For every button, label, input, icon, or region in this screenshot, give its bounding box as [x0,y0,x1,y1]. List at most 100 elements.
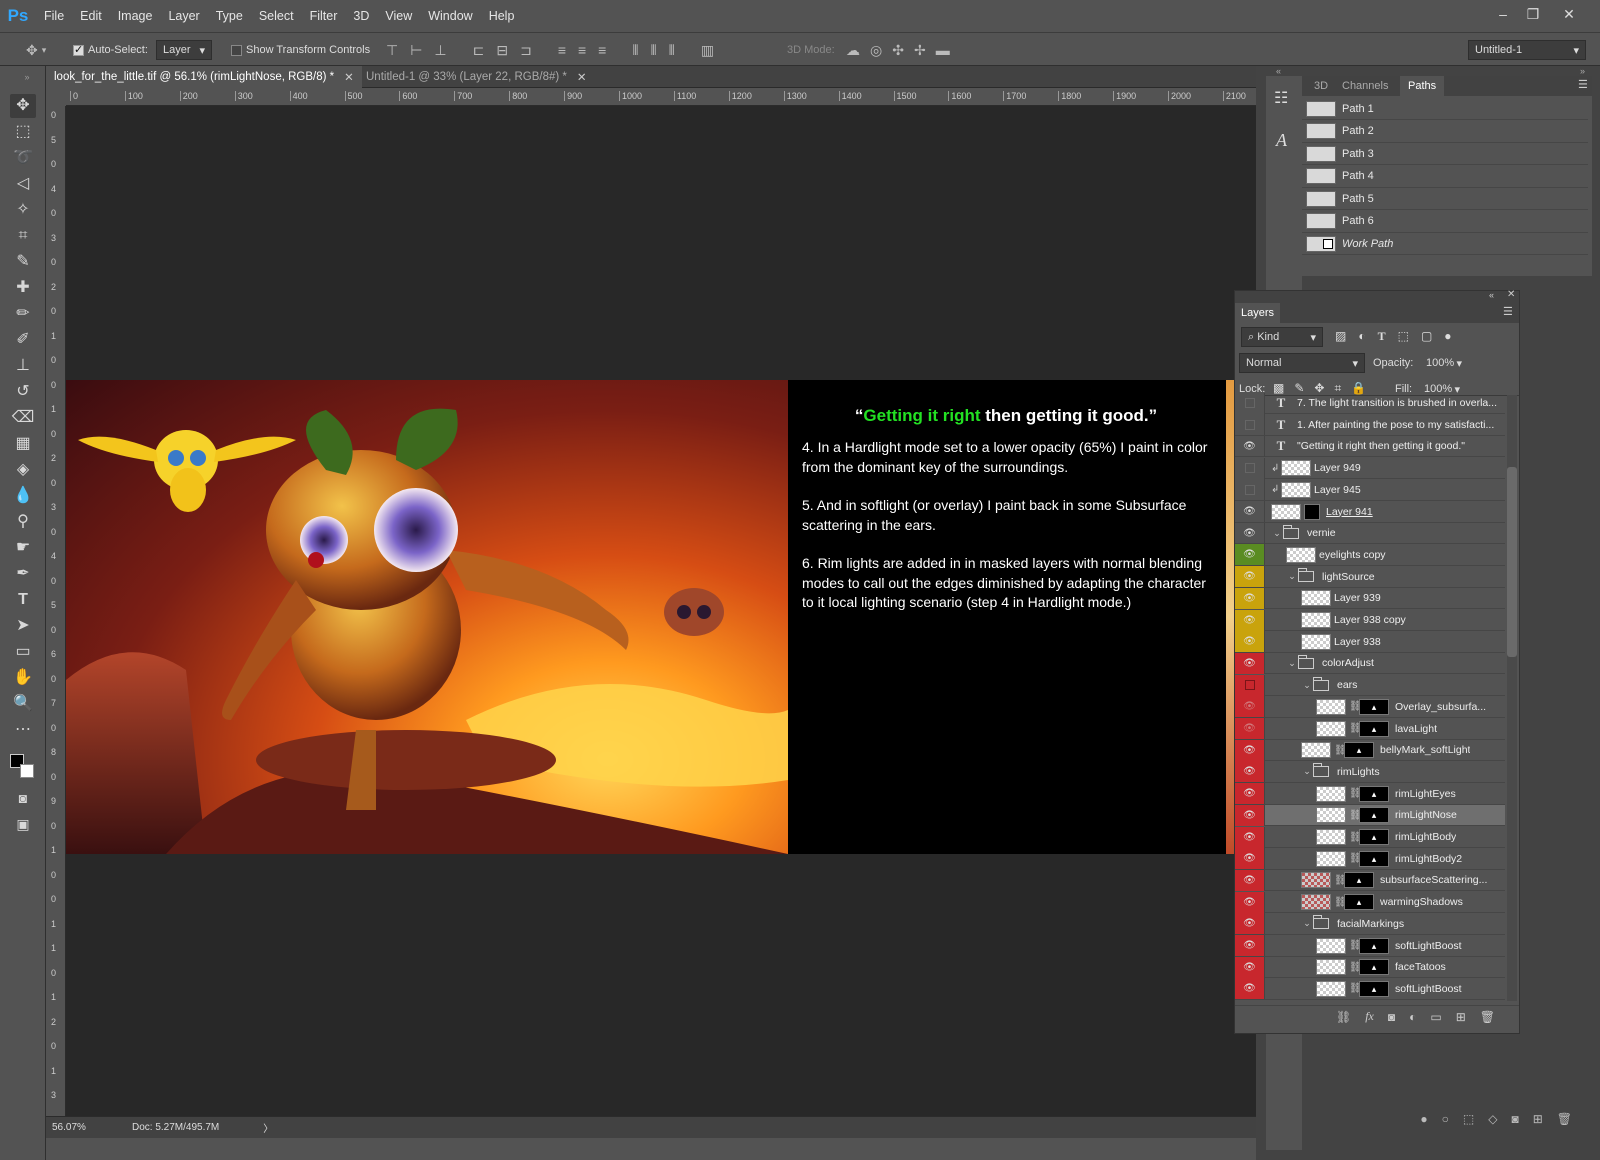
filter-smartobject-icon[interactable]: ▢ [1421,329,1432,344]
layer-row[interactable]: ↲ Layer 945 [1235,479,1505,501]
path-row[interactable]: Path 5 [1302,188,1588,210]
menu-layer[interactable]: Layer [160,0,207,32]
path-row[interactable]: Path 1 [1302,98,1588,120]
visibility-toggle[interactable]: 👁 [1235,956,1265,978]
filter-toggle-icon[interactable]: ● [1444,329,1451,344]
opacity-field[interactable]: 100% ▾ [1419,353,1469,373]
checkbox-checked[interactable] [73,43,84,56]
layer-row[interactable]: 👁 ⛓ ▴ softLightBoost [1235,935,1505,957]
visibility-toggle[interactable]: 👁 [1235,804,1265,826]
layer-row[interactable]: T 7. The light transition is brushed in o… [1235,393,1505,414]
visibility-toggle[interactable]: 👁 [1235,501,1265,522]
orbit-3d-icon[interactable]: ☁ [846,42,860,59]
delete-path-icon[interactable]: 🗑 [1557,1112,1572,1126]
eyedropper-tool-icon[interactable]: ✎ [10,250,36,274]
make-work-path-icon[interactable]: ◇ [1488,1112,1497,1126]
visibility-toggle[interactable]: 👁 [1235,631,1265,653]
paint-bucket-tool-icon[interactable]: ◈ [10,458,36,482]
add-mask-icon[interactable]: ◙ [1511,1112,1518,1126]
visibility-toggle[interactable]: 👁 [1235,826,1265,848]
visibility-toggle[interactable]: 👁 [1235,869,1265,891]
visibility-toggle[interactable]: 👁 [1235,761,1265,783]
filter-kind-dropdown[interactable]: ⌕ Kind ▾ [1241,327,1323,347]
filter-type-icon[interactable]: T [1378,329,1386,344]
tab-look-for-the-little[interactable]: look_for_the_little.tif @ 56.1% (rimLigh… [46,66,362,88]
show-transform-checkbox[interactable]: Show Transform Controls [231,33,370,67]
layer-thumbnail[interactable] [1316,785,1346,802]
filter-shape-icon[interactable]: ⬚ [1398,329,1409,344]
layer-row[interactable]: 👁 ⛓ ▴ softLightBoost [1235,978,1505,1000]
visibility-toggle[interactable]: 👁 [1235,978,1265,1000]
layer-row[interactable]: 👁 Layer 941 [1235,501,1505,523]
layer-thumbnail[interactable] [1301,590,1331,607]
layer-style-icon[interactable]: fx [1365,1009,1374,1024]
stroke-path-icon[interactable]: ○ [1442,1112,1449,1126]
lasso-tool-icon[interactable]: ➰ [10,146,36,170]
path-row[interactable]: Path 4 [1302,166,1588,188]
layer-mask-thumbnail[interactable]: ▴ [1359,785,1389,802]
visibility-toggle[interactable]: 👁 [1235,783,1265,805]
layer-mask-thumbnail[interactable]: ▴ [1359,959,1389,976]
align-right-icon[interactable]: ⊐ [520,42,532,59]
distribute-bottom-icon[interactable]: ≡ [598,42,606,58]
tab-layers[interactable]: Layers [1235,303,1281,323]
layer-mask-thumbnail[interactable]: ▴ [1359,720,1389,737]
mask-link-icon[interactable]: ⛓ [1334,875,1347,886]
layer-thumbnail[interactable] [1316,980,1346,997]
layer-mask-thumbnail[interactable]: ▴ [1344,742,1374,759]
load-selection-icon[interactable]: ⬚ [1463,1112,1474,1126]
marquee-tool-icon[interactable]: ⬚ [10,120,36,144]
panel-menu-icon[interactable]: ☰ [1578,78,1588,91]
document-canvas[interactable]: “Getting it right then getting it good.”… [66,380,1238,854]
layer-row[interactable]: 👁 ⛓ ▴ rimLightBody [1235,826,1505,848]
gradient-tool-icon[interactable]: ▦ [10,432,36,456]
visibility-toggle[interactable]: 👁 [1235,913,1265,935]
polygon-lasso-tool-icon[interactable]: ◁ [10,172,36,196]
layer-row[interactable]: ⌄ ears [1235,674,1505,697]
layer-row[interactable]: 👁 ⛓ ▴ bellyMark_softLight [1235,739,1505,762]
layer-row[interactable]: 👁 ⛓ ▴ warmingShadows [1235,891,1505,914]
layer-thumbnail[interactable] [1301,894,1331,911]
filter-adjustment-icon[interactable]: ◐ [1358,329,1365,344]
align-hcenter-icon[interactable]: ⊟ [496,42,508,59]
layer-mask-thumbnail[interactable]: ▴ [1359,807,1389,824]
layer-thumbnail[interactable] [1301,633,1331,650]
visibility-toggle[interactable]: 👁 [1235,718,1265,739]
path-row[interactable]: Work Path [1302,233,1588,255]
layers-panel-menu-icon[interactable]: ☰ [1503,305,1513,318]
collapse-icon[interactable]: « [1489,290,1494,300]
magic-wand-tool-icon[interactable]: ✧ [10,198,36,222]
close-window-button[interactable]: ✕ [1556,4,1582,24]
layer-thumbnail[interactable] [1281,460,1311,477]
menu-type[interactable]: Type [208,0,251,32]
visibility-toggle[interactable]: 👁 [1235,696,1265,718]
auto-select-checkbox[interactable]: Auto-Select: [73,33,148,67]
zoom-level[interactable]: 56.07% [52,1122,112,1133]
align-top-icon[interactable]: ⊤ [386,42,398,59]
mask-link-icon[interactable]: ⛓ [1349,723,1362,734]
layer-mask-thumbnail[interactable]: ▴ [1359,850,1389,867]
tab-paths[interactable]: Paths [1400,76,1445,96]
crop-tool-icon[interactable]: ⌗ [10,224,36,248]
layer-row[interactable]: 👁 ⛓ ▴ lavaLight [1235,718,1505,740]
type-tool-icon[interactable]: T [10,588,36,612]
status-menu-arrow-icon[interactable]: 〉 [263,1120,273,1135]
visibility-toggle[interactable]: 👁 [1235,739,1265,761]
tab-channels[interactable]: Channels [1334,76,1396,96]
layer-row[interactable]: 👁 eyelights copy [1235,544,1505,566]
expand-group-icon[interactable]: ⌄ [1301,680,1313,691]
layer-mask-thumbnail[interactable]: ▴ [1359,829,1389,845]
pen-tool-icon[interactable]: ✒ [10,562,36,586]
move-tool-preset[interactable]: ✥ ▾ [26,33,46,67]
layer-row[interactable]: ↲ Layer 949 [1235,457,1505,480]
align-bottom-icon[interactable]: ⊥ [434,42,446,59]
mask-link-icon[interactable]: ⛓ [1349,983,1362,994]
close-panel-icon[interactable]: ✕ [1507,289,1515,300]
filter-pixel-icon[interactable]: ▨ [1335,329,1346,344]
layer-thumbnail[interactable] [1316,937,1346,954]
delete-layer-icon[interactable]: 🗑 [1480,1010,1495,1024]
rectangle-tool-icon[interactable]: ▭ [10,640,36,664]
workspace-dropdown[interactable]: Untitled-1 ▾ [1468,40,1586,60]
expand-group-icon[interactable]: ⌄ [1301,918,1313,929]
layer-row[interactable]: 👁 ⛓ ▴ faceTatoos [1235,956,1505,979]
